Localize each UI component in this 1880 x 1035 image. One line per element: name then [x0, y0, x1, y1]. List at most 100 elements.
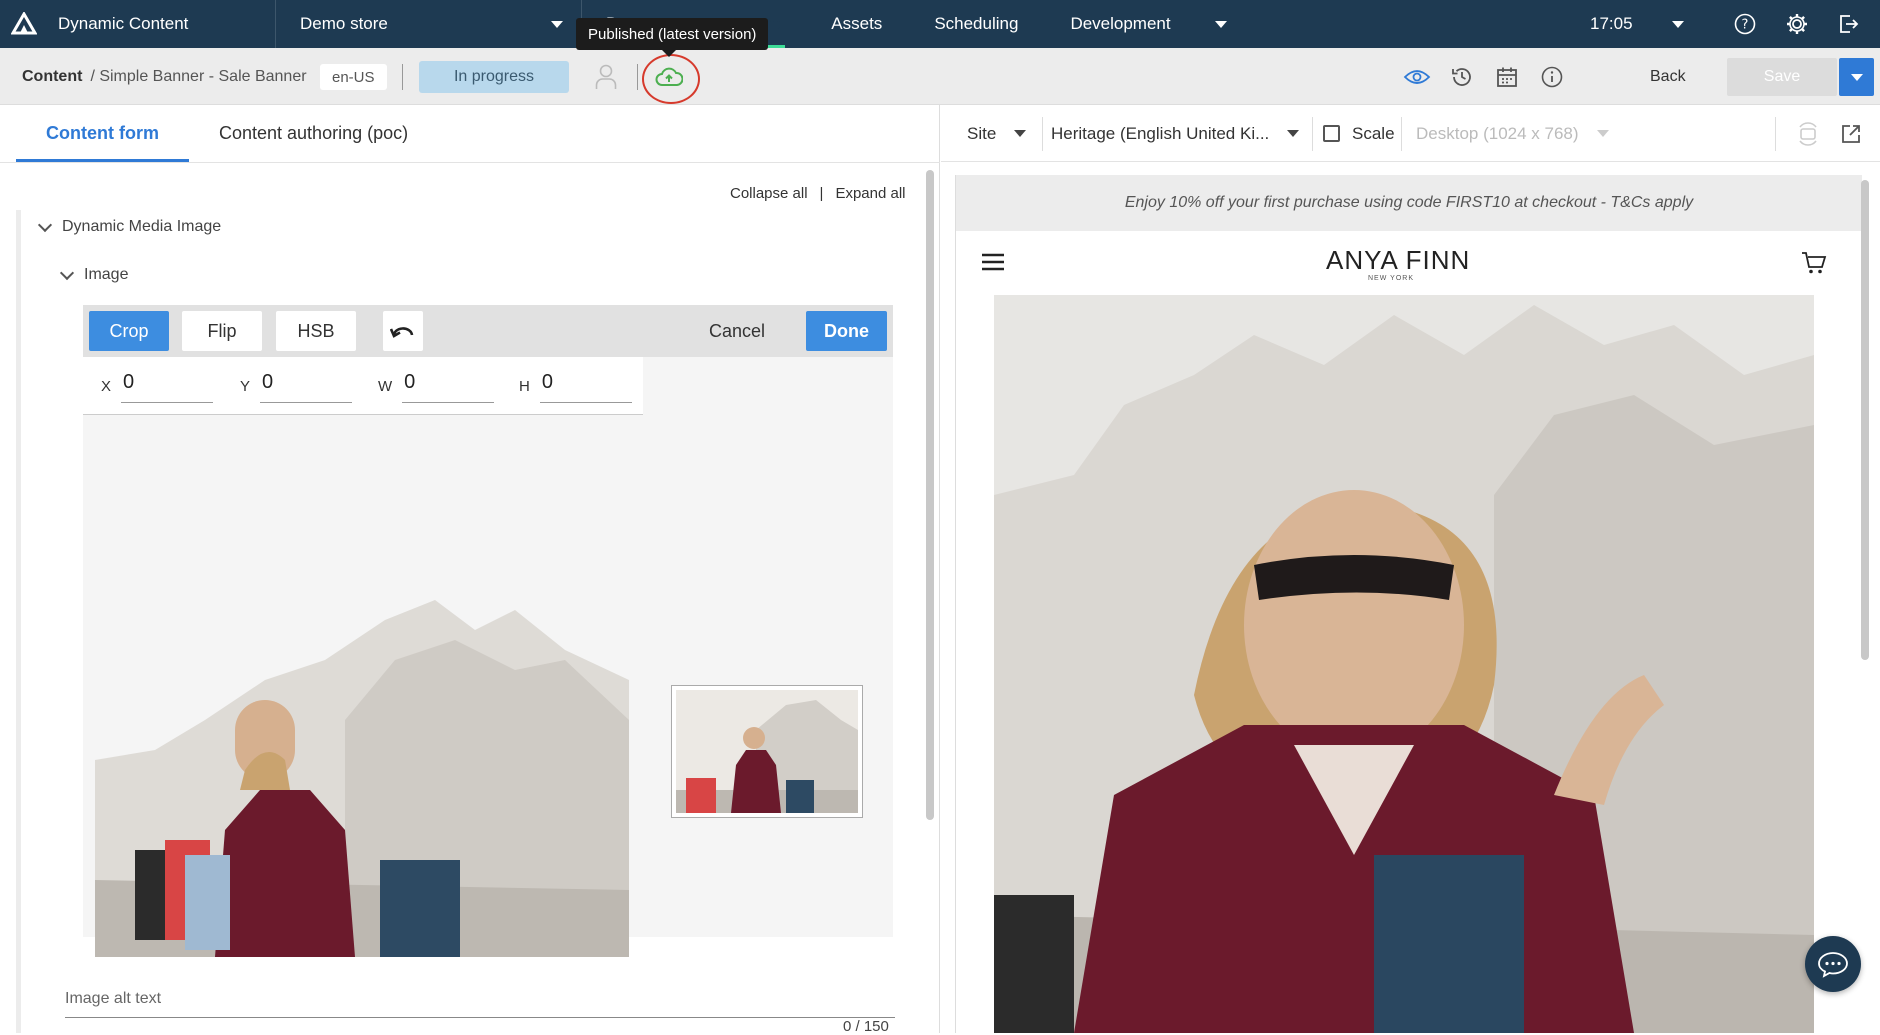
alt-text-counter: 0 / 150 — [843, 1018, 889, 1035]
nav-item-assets[interactable]: Assets — [805, 0, 908, 48]
highlight-annotation — [642, 54, 700, 104]
development-chevron-down-icon[interactable] — [1214, 20, 1227, 28]
scale-checkbox[interactable] — [1323, 125, 1340, 142]
help-icon[interactable]: ? — [1731, 10, 1759, 38]
crop-preview-thumbnail — [671, 685, 863, 818]
locale-badge: en-US — [320, 64, 387, 90]
preview-panel: Site Heritage (English United Ki... Scal… — [941, 105, 1880, 1033]
chevron-down-icon — [59, 265, 75, 280]
chevron-down-icon — [37, 217, 53, 232]
crop-w-input[interactable]: 0 — [402, 367, 495, 403]
published-tooltip: Published (latest version) — [576, 18, 769, 57]
content-form-panel: Content form Content authoring (poc) Col… — [0, 105, 940, 1035]
divider — [1401, 117, 1402, 151]
hamburger-menu-icon[interactable] — [982, 253, 1004, 276]
tree-item-image[interactable]: Image — [59, 265, 129, 284]
calendar-icon[interactable] — [1492, 62, 1522, 92]
image-editor: Crop Flip HSB Cancel Done X 0 Y 0 W 0 H … — [83, 305, 893, 957]
collapse-controls: Collapse all | Expand all — [730, 185, 906, 202]
coord-label: W — [378, 378, 393, 395]
crop-button[interactable]: Crop — [89, 311, 169, 351]
chat-button[interactable] — [1805, 936, 1861, 992]
image-alt-text-input[interactable]: Image alt text — [65, 990, 895, 1018]
coord-label: H — [519, 378, 530, 395]
undo-icon — [390, 327, 414, 338]
locale-select-value: Heritage (English United Ki... — [1051, 123, 1270, 143]
clock-time[interactable]: 17:05 — [1590, 0, 1633, 48]
user-icon[interactable] — [591, 62, 621, 92]
nav-item-development[interactable]: Development — [1044, 0, 1184, 48]
scale-toggle[interactable]: Scale — [1323, 105, 1395, 162]
history-icon[interactable] — [1447, 62, 1477, 92]
info-icon[interactable] — [1537, 62, 1567, 92]
nav-item-scheduling[interactable]: Scheduling — [908, 0, 1044, 48]
crop-image-canvas[interactable] — [95, 600, 629, 957]
tab-content-form[interactable]: Content form — [16, 105, 189, 162]
flip-button[interactable]: Flip — [182, 311, 262, 351]
store-selector[interactable]: Demo store — [276, 0, 582, 48]
crop-x-input[interactable]: 0 — [121, 367, 214, 403]
site-label: Site — [967, 123, 997, 143]
tree-label: Dynamic Media Image — [62, 218, 222, 235]
promo-banner: Enjoy 10% off your first purchase using … — [956, 175, 1862, 231]
status-badge[interactable]: In progress — [419, 61, 569, 93]
chevron-down-icon — [1596, 130, 1609, 137]
gear-icon[interactable] — [1783, 10, 1811, 38]
eye-icon[interactable] — [1402, 62, 1432, 92]
tab-content-authoring[interactable]: Content authoring (poc) — [189, 105, 438, 162]
crop-h-field[interactable]: H 0 — [519, 367, 632, 403]
collapse-all-link[interactable]: Collapse all — [730, 185, 808, 202]
crop-x-field[interactable]: X 0 — [101, 367, 214, 403]
hero-banner-image — [994, 295, 1814, 1033]
store-name: Demo store — [300, 14, 388, 33]
top-nav: Dynamic Content Demo store Da Content As… — [0, 0, 1880, 48]
svg-text:?: ? — [1742, 18, 1749, 33]
site-select[interactable]: Site — [967, 105, 1027, 162]
locale-select[interactable]: Heritage (English United Ki... — [1051, 105, 1300, 162]
crop-y-field[interactable]: Y 0 — [240, 367, 353, 403]
save-options-button[interactable] — [1839, 58, 1874, 96]
cancel-button[interactable]: Cancel — [695, 311, 779, 351]
back-button[interactable]: Back — [1650, 48, 1686, 105]
form-tabs: Content form Content authoring (poc) — [16, 105, 438, 162]
brand-logo-subtitle: NEW YORK — [1368, 275, 1414, 282]
undo-button[interactable] — [383, 311, 423, 351]
crop-coordinates: X 0 Y 0 W 0 H 0 — [83, 357, 643, 415]
open-external-icon[interactable] — [1836, 119, 1866, 149]
chevron-down-icon — [1014, 130, 1027, 137]
hsb-button[interactable]: HSB — [276, 311, 356, 351]
brand-logo[interactable]: ANYA FINN — [1326, 245, 1470, 276]
device-select[interactable]: Desktop (1024 x 768) — [1416, 105, 1609, 162]
form-scrollbar[interactable] — [926, 170, 934, 820]
save-button[interactable]: Save — [1727, 58, 1837, 96]
rotate-device-icon[interactable] — [1793, 119, 1823, 149]
chat-icon — [1818, 952, 1848, 978]
breadcrumb-item: / Simple Banner - Sale Banner — [90, 67, 307, 85]
coord-label: Y — [240, 378, 251, 395]
site-preview-frame: Enjoy 10% off your first purchase using … — [955, 175, 1862, 1033]
divider — [637, 64, 638, 90]
crop-y-input[interactable]: 0 — [260, 367, 353, 403]
expand-all-link[interactable]: Expand all — [835, 185, 905, 202]
preview-scrollbar[interactable] — [1861, 180, 1869, 660]
time-chevron-down-icon[interactable] — [1672, 20, 1684, 28]
crop-h-input[interactable]: 0 — [539, 367, 632, 403]
divider — [1042, 117, 1043, 151]
chevron-down-icon — [1850, 73, 1863, 81]
crop-w-field[interactable]: W 0 — [378, 367, 495, 403]
tree-label: Image — [84, 266, 129, 283]
breadcrumb-root[interactable]: Content — [22, 68, 82, 86]
logout-icon[interactable] — [1834, 10, 1862, 38]
chevron-down-icon — [1287, 130, 1300, 137]
app-name[interactable]: Dynamic Content — [48, 0, 276, 48]
nesting-bar — [16, 210, 21, 1033]
divider — [0, 162, 940, 163]
done-button[interactable]: Done — [806, 311, 887, 351]
tree-item-dynamic-media-image[interactable]: Dynamic Media Image — [37, 217, 222, 236]
scale-label: Scale — [1352, 123, 1395, 143]
breadcrumb: Content / Simple Banner - Sale Banner — [22, 48, 307, 105]
image-editor-toolbar: Crop Flip HSB Cancel Done — [83, 305, 893, 357]
divider — [402, 64, 403, 90]
cart-icon[interactable] — [1801, 251, 1827, 280]
app-logo-icon[interactable] — [0, 0, 48, 48]
